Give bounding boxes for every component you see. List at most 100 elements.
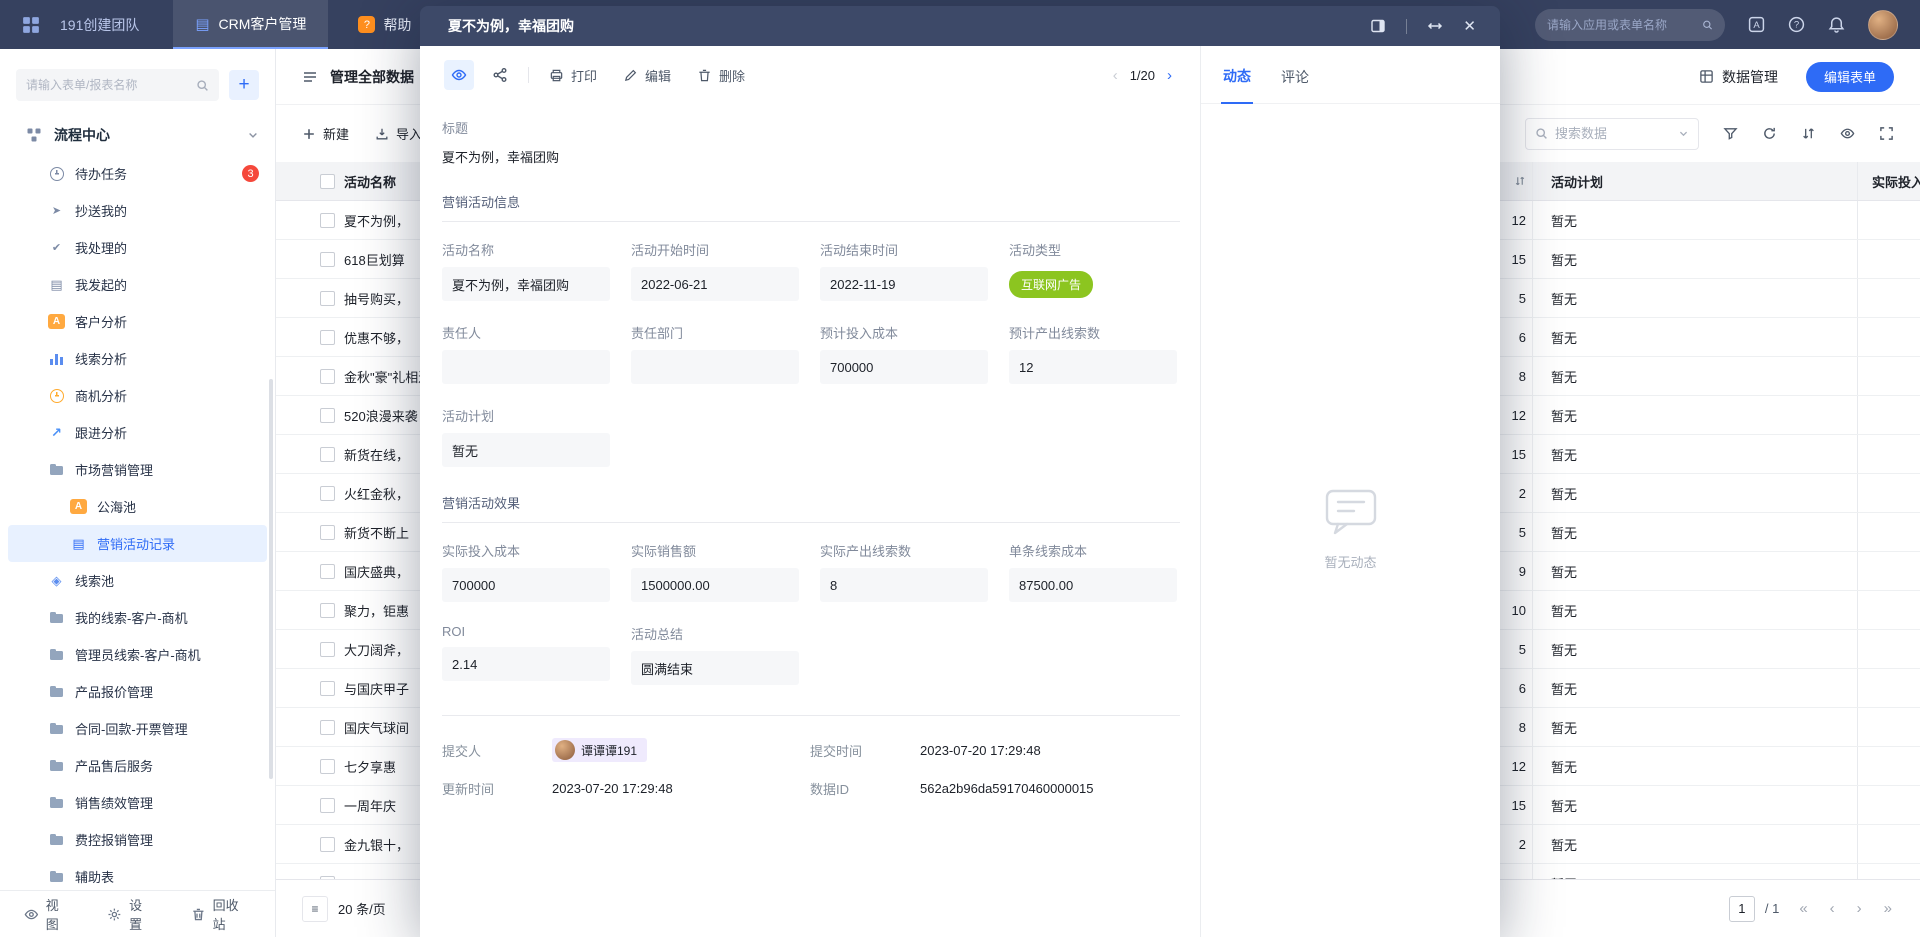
sidebar-item[interactable]: 营销活动记录: [8, 525, 267, 562]
views-button[interactable]: 视图: [24, 895, 71, 933]
prev-record-button[interactable]: ‹: [1113, 67, 1118, 84]
col-header-actual[interactable]: 实际投入成本: [1858, 162, 1920, 200]
sidebar-item[interactable]: 我的线索-客户-商机: [8, 599, 267, 636]
cell-actual-cost: [1858, 201, 1920, 239]
user-avatar[interactable]: [1868, 10, 1898, 40]
first-page-button[interactable]: «: [1797, 900, 1809, 917]
prev-page-button[interactable]: ‹: [1828, 900, 1837, 917]
sidebar-search-input[interactable]: [26, 78, 196, 92]
printer-icon: [549, 68, 564, 83]
column-sort-icon[interactable]: [1514, 175, 1526, 187]
sidebar-item[interactable]: 客户分析: [8, 303, 267, 340]
select-all-checkbox[interactable]: [320, 174, 335, 189]
global-search[interactable]: [1535, 9, 1725, 41]
sidebar-item[interactable]: 费控报销管理: [8, 821, 267, 858]
global-search-input[interactable]: [1547, 18, 1702, 32]
refresh-icon[interactable]: [1762, 126, 1777, 141]
help-icon[interactable]: ?: [1788, 16, 1805, 33]
current-page[interactable]: 1: [1729, 896, 1755, 922]
row-checkbox[interactable]: [320, 759, 335, 774]
col-header-plan[interactable]: 活动计划: [1532, 162, 1858, 200]
recycle-bin-button[interactable]: 回收站: [191, 895, 251, 933]
row-checkbox[interactable]: [320, 408, 335, 423]
row-checkbox[interactable]: [320, 291, 335, 306]
edit-button[interactable]: 编辑: [623, 66, 671, 85]
tab-activity[interactable]: 动态: [1221, 66, 1253, 104]
chevron-down-icon[interactable]: [1678, 128, 1689, 139]
sidebar-item-label: 我的线索-客户-商机: [75, 608, 188, 627]
view-mode-button[interactable]: [444, 60, 474, 90]
sidebar-item[interactable]: 线索分析: [8, 340, 267, 377]
sidebar-item[interactable]: 市场营销管理: [8, 451, 267, 488]
row-checkbox[interactable]: [320, 603, 335, 618]
sidebar-scrollbar[interactable]: [269, 379, 273, 779]
sidebar-item[interactable]: 线索池: [8, 562, 267, 599]
filter-icon[interactable]: [1723, 126, 1738, 141]
sidebar-item[interactable]: 商机分析: [8, 377, 267, 414]
sidebar-item-label: 产品报价管理: [75, 682, 153, 701]
sidebar-search[interactable]: [16, 69, 219, 101]
sort-icon[interactable]: [1801, 126, 1816, 141]
table-search[interactable]: [1525, 118, 1699, 150]
add-button[interactable]: +: [229, 70, 259, 100]
row-checkbox[interactable]: [320, 564, 335, 579]
submitter-chip[interactable]: 谭谭谭191: [552, 738, 647, 762]
row-checkbox[interactable]: [320, 720, 335, 735]
edit-form-button[interactable]: 编辑表单: [1806, 62, 1894, 92]
sidebar-item[interactable]: 公海池: [8, 488, 267, 525]
next-page-button[interactable]: ›: [1855, 900, 1864, 917]
topbar-tab-help[interactable]: ? 帮助: [348, 0, 421, 49]
next-record-button[interactable]: ›: [1167, 67, 1172, 84]
topbar-tab-crm[interactable]: ▤ CRM客户管理: [173, 0, 328, 49]
print-button[interactable]: 打印: [549, 66, 597, 85]
sidebar-group-process-center[interactable]: 流程中心: [0, 115, 275, 155]
row-checkbox[interactable]: [320, 369, 335, 384]
fullscreen-icon[interactable]: [1879, 126, 1894, 141]
new-record-button[interactable]: 新建: [302, 124, 349, 143]
last-page-button[interactable]: »: [1882, 900, 1894, 917]
row-checkbox[interactable]: [320, 486, 335, 501]
settings-button[interactable]: 设置: [107, 895, 154, 933]
sidebar-item[interactable]: 产品售后服务: [8, 747, 267, 784]
sidebar-nav: 待办任务 3 抄送我的 我处理的 我发起的: [0, 155, 275, 890]
page-size-selector[interactable]: ≡ 20 条/页: [302, 896, 386, 922]
sidebar-item[interactable]: 合同-回款-开票管理: [8, 710, 267, 747]
row-checkbox[interactable]: [320, 330, 335, 345]
row-checkbox[interactable]: [320, 681, 335, 696]
language-icon[interactable]: A: [1748, 16, 1765, 33]
sidebar-item[interactable]: 待办任务 3: [8, 155, 267, 192]
sidebar-item[interactable]: 我处理的: [8, 229, 267, 266]
toggle-panel-icon[interactable]: [1370, 18, 1386, 34]
data-scope-selector[interactable]: 管理全部数据: [302, 67, 414, 87]
row-checkbox[interactable]: [320, 213, 335, 228]
row-checkbox[interactable]: [320, 642, 335, 657]
sidebar-item[interactable]: 辅助表: [8, 858, 267, 890]
submitter-label: 提交人: [442, 741, 552, 760]
cell-activity-plan: 暂无: [1532, 318, 1858, 356]
import-button[interactable]: 导入: [375, 124, 422, 143]
expand-horizontal-icon[interactable]: [1427, 18, 1443, 34]
sidebar-item[interactable]: 我发起的: [8, 266, 267, 303]
row-checkbox[interactable]: [320, 798, 335, 813]
notification-bell-icon[interactable]: [1828, 16, 1845, 33]
share-button[interactable]: [492, 67, 508, 83]
column-visibility-eye-icon[interactable]: [1840, 126, 1855, 141]
topbar-team-tab[interactable]: 191创建团队: [54, 0, 145, 49]
sidebar-item[interactable]: 产品报价管理: [8, 673, 267, 710]
sidebar-item[interactable]: 跟进分析: [8, 414, 267, 451]
row-checkbox[interactable]: [320, 525, 335, 540]
data-manage-button[interactable]: 数据管理: [1699, 67, 1778, 87]
delete-button[interactable]: 删除: [697, 66, 745, 85]
tab-comments[interactable]: 评论: [1279, 67, 1311, 103]
row-checkbox[interactable]: [320, 447, 335, 462]
page-size-icon[interactable]: ≡: [302, 896, 328, 922]
sidebar-item[interactable]: 销售绩效管理: [8, 784, 267, 821]
row-checkbox[interactable]: [320, 837, 335, 852]
close-icon[interactable]: ✕: [1463, 19, 1476, 34]
field-value-box: 暂无: [442, 433, 610, 467]
row-checkbox[interactable]: [320, 252, 335, 267]
sidebar-item[interactable]: 抄送我的: [8, 192, 267, 229]
app-launcher-icon[interactable]: [22, 16, 40, 34]
table-search-input[interactable]: [1555, 126, 1671, 141]
sidebar-item[interactable]: 管理员线索-客户-商机: [8, 636, 267, 673]
